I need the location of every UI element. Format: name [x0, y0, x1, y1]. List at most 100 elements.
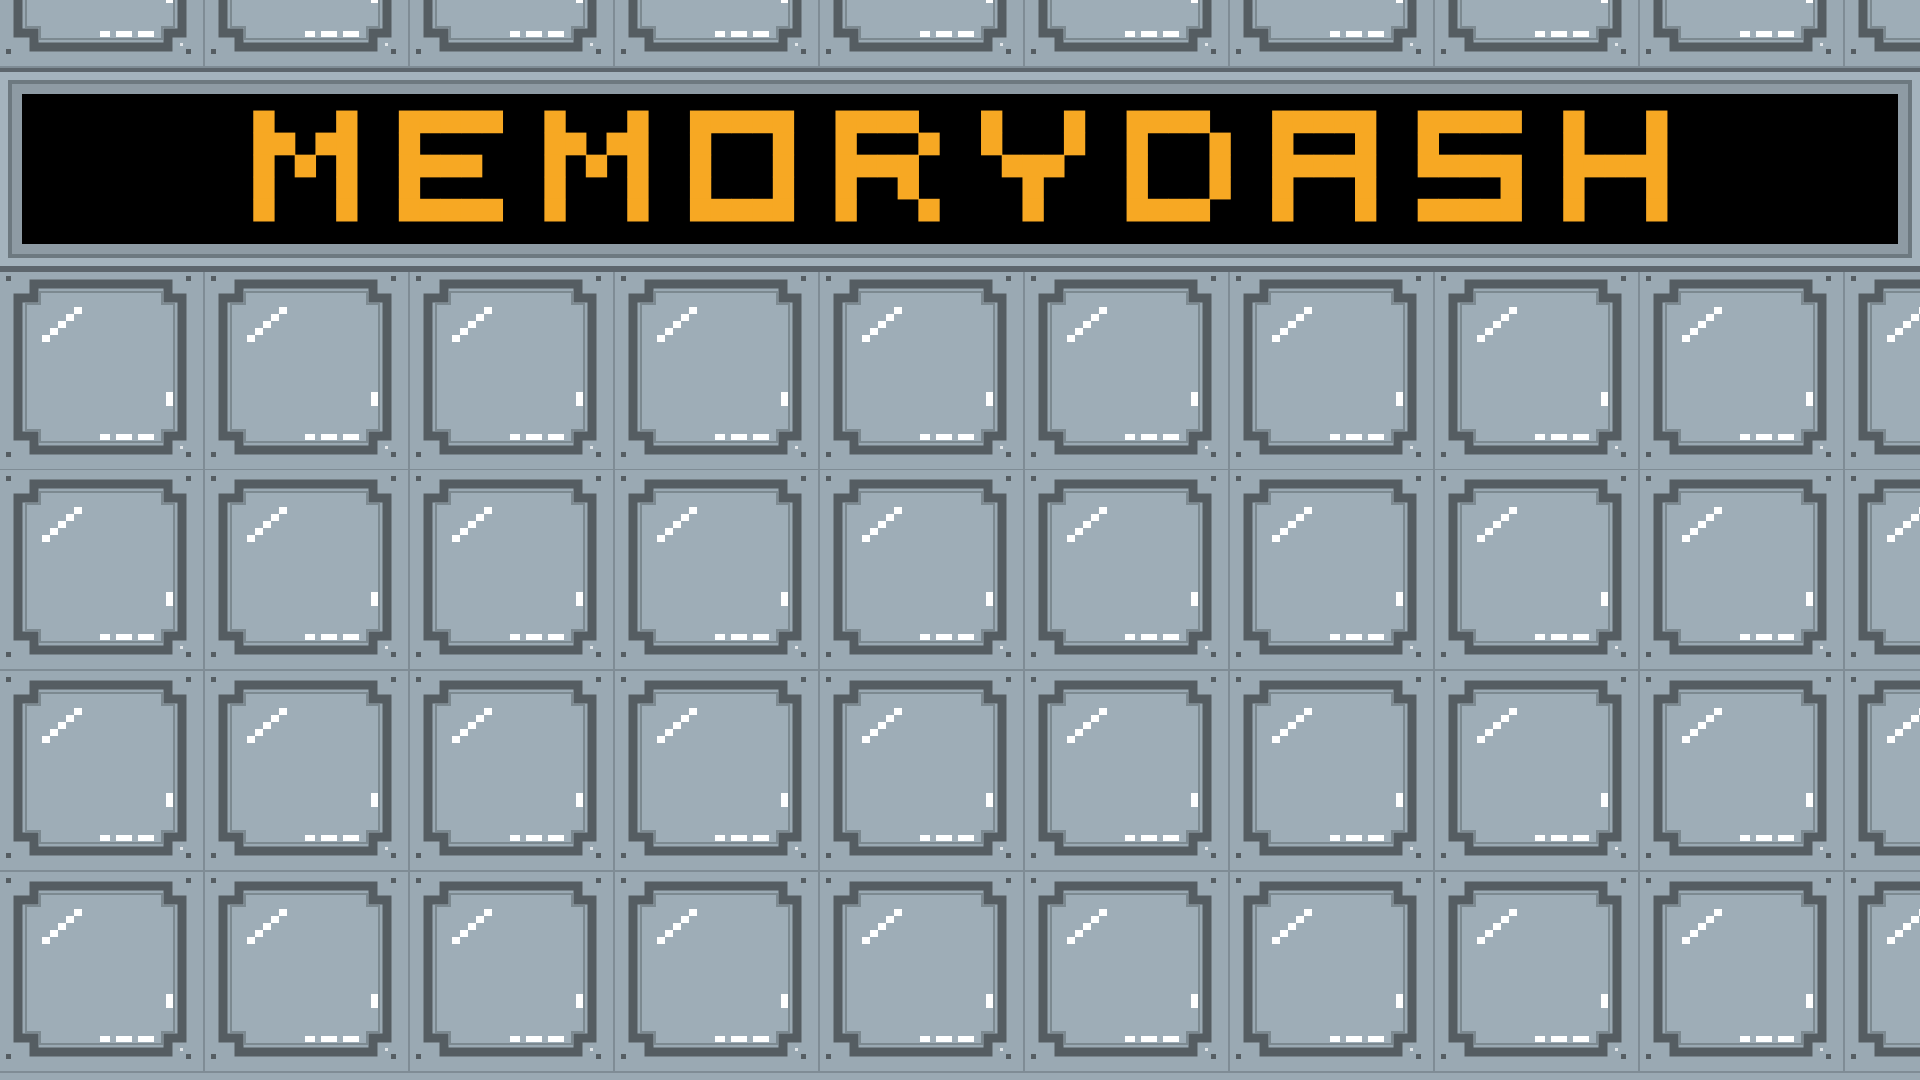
title-banner: MEMORYDASH — [0, 68, 1920, 272]
title-letter-o — [689, 110, 795, 222]
card-back-icon — [1646, 476, 1831, 657]
title-letter-h — [1563, 110, 1668, 222]
card-back-icon — [211, 677, 396, 858]
card-back-icon — [1851, 0, 1920, 54]
card-back-icon — [1236, 476, 1421, 657]
memory-card[interactable] — [1640, 671, 1845, 872]
title-letter-d — [1126, 110, 1231, 222]
memory-card[interactable] — [615, 872, 820, 1073]
memory-card[interactable] — [410, 671, 615, 872]
memory-card[interactable] — [1230, 671, 1435, 872]
card-back-icon — [621, 878, 806, 1059]
card-back-icon — [211, 276, 396, 457]
memory-card[interactable] — [820, 671, 1025, 872]
memory-card[interactable] — [1435, 671, 1640, 872]
memory-card[interactable] — [1640, 872, 1845, 1073]
memory-card[interactable] — [820, 0, 1025, 68]
memory-card[interactable] — [410, 270, 615, 471]
card-back-icon — [6, 878, 191, 1059]
memory-card[interactable] — [1230, 0, 1435, 68]
memory-card[interactable] — [1025, 470, 1230, 671]
memory-card[interactable] — [1640, 270, 1845, 471]
title-display: MEMORYDASH — [22, 94, 1898, 244]
card-back-icon — [1236, 878, 1421, 1059]
memory-card[interactable] — [1435, 0, 1640, 68]
memory-card[interactable] — [205, 270, 410, 471]
card-back-icon — [1441, 476, 1626, 657]
memory-card[interactable] — [615, 470, 820, 671]
memory-card[interactable] — [820, 872, 1025, 1073]
memory-card[interactable] — [410, 872, 615, 1073]
card-back-icon — [1236, 0, 1421, 54]
memory-card[interactable] — [0, 0, 205, 68]
memory-card[interactable] — [410, 470, 615, 671]
card-back-icon — [6, 276, 191, 457]
memory-card[interactable] — [0, 872, 205, 1073]
memory-card[interactable] — [820, 470, 1025, 671]
card-back-icon — [1031, 677, 1216, 858]
card-back-icon — [621, 0, 806, 54]
title-letter-a — [1272, 110, 1377, 222]
memory-card[interactable] — [1025, 0, 1230, 68]
card-back-icon — [6, 0, 191, 54]
memory-card[interactable] — [1025, 270, 1230, 471]
memory-card[interactable] — [1025, 872, 1230, 1073]
card-back-icon — [211, 878, 396, 1059]
card-back-icon — [1031, 0, 1216, 54]
memory-card[interactable] — [1435, 270, 1640, 471]
card-back-icon — [416, 878, 601, 1059]
memory-card[interactable] — [0, 671, 205, 872]
memory-card[interactable] — [1845, 470, 1920, 671]
card-back-icon — [1441, 677, 1626, 858]
card-back-icon — [826, 276, 1011, 457]
memory-card[interactable] — [1230, 872, 1435, 1073]
title-letter-m — [544, 110, 649, 222]
card-back-icon — [826, 0, 1011, 54]
memory-card[interactable] — [1435, 872, 1640, 1073]
memory-card[interactable] — [1845, 872, 1920, 1073]
game-title-logo — [253, 110, 1668, 222]
card-back-icon — [1236, 276, 1421, 457]
card-back-icon — [1031, 878, 1216, 1059]
memory-card[interactable] — [1435, 470, 1640, 671]
card-back-icon — [1646, 0, 1831, 54]
memory-card[interactable] — [1845, 270, 1920, 471]
memory-card[interactable] — [1640, 0, 1845, 68]
memory-card[interactable] — [1845, 671, 1920, 872]
memory-card[interactable] — [205, 0, 410, 68]
memory-card[interactable] — [615, 270, 820, 471]
memory-card[interactable] — [1230, 470, 1435, 671]
memory-card[interactable] — [410, 0, 615, 68]
card-back-icon — [621, 276, 806, 457]
memory-card[interactable] — [1025, 671, 1230, 872]
memory-card[interactable] — [1845, 0, 1920, 68]
card-back-icon — [1441, 878, 1626, 1059]
card-back-icon — [416, 677, 601, 858]
card-back-icon — [1441, 0, 1626, 54]
card-back-icon — [1851, 476, 1920, 657]
card-back-icon — [6, 677, 191, 858]
card-back-icon — [6, 476, 191, 657]
memory-card[interactable] — [615, 0, 820, 68]
memory-card[interactable] — [0, 270, 205, 471]
card-back-icon — [826, 476, 1011, 657]
card-back-icon — [1031, 476, 1216, 657]
memory-card[interactable] — [0, 470, 205, 671]
card-back-icon — [1236, 677, 1421, 858]
card-back-icon — [826, 677, 1011, 858]
memory-card[interactable] — [615, 671, 820, 872]
memory-card[interactable] — [205, 872, 410, 1073]
memory-card[interactable] — [1230, 270, 1435, 471]
memory-card[interactable] — [205, 671, 410, 872]
card-back-icon — [1851, 878, 1920, 1059]
memory-card[interactable] — [820, 270, 1025, 471]
title-banner-frame: MEMORYDASH — [8, 80, 1912, 258]
memory-card[interactable] — [1640, 470, 1845, 671]
title-letter-r — [835, 110, 940, 222]
card-back-icon — [621, 476, 806, 657]
card-back-icon — [1031, 276, 1216, 457]
card-back-icon — [416, 476, 601, 657]
memory-card[interactable] — [205, 470, 410, 671]
game-screen: MEMORYDASH — [0, 0, 1920, 1080]
card-back-icon — [826, 878, 1011, 1059]
